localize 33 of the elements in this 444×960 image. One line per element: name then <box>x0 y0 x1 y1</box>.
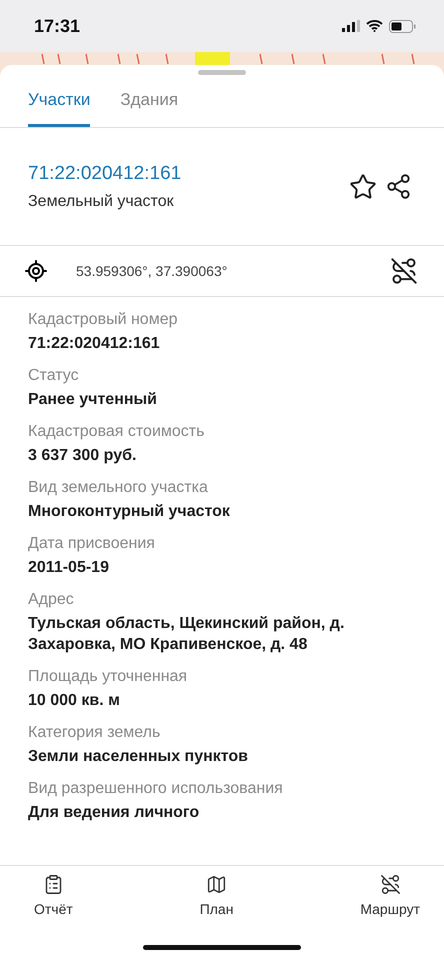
field-value: 2011-05-19 <box>28 558 110 578</box>
wifi-icon <box>366 20 383 32</box>
signal-icon <box>342 20 360 32</box>
coordinates: 53.959306°, 37.390063° <box>76 263 228 279</box>
field-value: 10 000 кв. м <box>28 691 121 711</box>
field-label: Дата присвоения <box>28 535 156 553</box>
location-icon <box>24 259 48 283</box>
status-time: 17:31 <box>34 16 80 36</box>
field-value: Земли населенных пунктов <box>28 747 250 767</box>
field-label: Вид разрешенного использования <box>28 780 284 798</box>
field-value: 71:22:020412:161 <box>28 334 161 354</box>
parcel-type: Земельный участок <box>28 192 175 210</box>
parcel-number: 71:22:020412:161 <box>28 162 182 184</box>
battery-icon <box>389 20 416 32</box>
route-icon <box>380 874 401 895</box>
field-label: Площадь уточненная <box>28 668 188 686</box>
tab[interactable]: Участки <box>28 75 90 127</box>
tab[interactable]: Здания <box>120 75 178 127</box>
field-label: Статус <box>28 367 80 385</box>
field-value: Ранее учтенный <box>28 390 158 410</box>
field-value: Тульская область, Щекинский район, д. Захаровка, МО Крапивенское, д. 48 <box>28 614 346 655</box>
map-icon <box>206 874 228 895</box>
field-label: Категория земель <box>28 724 162 742</box>
nav-item[interactable]: Отчёт <box>34 874 73 926</box>
field-label: Кадастровая стоимость <box>28 423 206 441</box>
field-value: 3 637 300 руб. <box>28 446 138 466</box>
nav-item[interactable]: Маршрут <box>360 874 420 926</box>
field-label: Адрес <box>28 591 75 609</box>
field-value: Для ведения личного <box>28 803 200 823</box>
field-value: Многоконтурный участок <box>28 502 231 522</box>
field-label: Кадастровый номер <box>28 311 178 329</box>
field-label: Вид земельного участка <box>28 479 209 497</box>
nav-item[interactable]: План <box>200 874 234 926</box>
